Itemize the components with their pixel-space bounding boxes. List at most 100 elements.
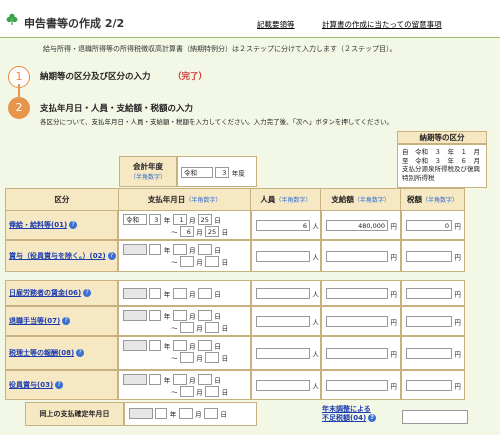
row-day-to-input[interactable]: 25 bbox=[205, 226, 220, 237]
row-label-cell: 役員賞与(03)? bbox=[5, 370, 118, 400]
row-month-from-input[interactable] bbox=[172, 244, 187, 255]
row-label-link[interactable]: 俸給・給料等(01) bbox=[9, 221, 67, 229]
row-day-from-input[interactable]: 25 bbox=[197, 214, 212, 225]
row-year-input[interactable] bbox=[149, 288, 162, 299]
adjust-tax-input[interactable] bbox=[402, 410, 468, 424]
help-icon[interactable]: ? bbox=[83, 289, 92, 297]
row-day-from-input[interactable] bbox=[197, 340, 212, 351]
year-unit: 年 bbox=[163, 342, 171, 351]
row-amount-input[interactable] bbox=[326, 288, 388, 299]
row-year-input[interactable] bbox=[149, 374, 162, 385]
row-month-to-input[interactable] bbox=[179, 352, 194, 363]
row-era-select[interactable] bbox=[123, 244, 147, 255]
range-tilde: 〜 bbox=[171, 258, 178, 267]
row-year-input[interactable] bbox=[149, 310, 162, 321]
month-unit: 月 bbox=[189, 290, 196, 299]
row-month-to-input[interactable] bbox=[179, 256, 194, 267]
col-amount: 支給額（半角数字） bbox=[320, 188, 402, 211]
confirm-month-input[interactable] bbox=[178, 408, 193, 419]
help-icon[interactable]: ? bbox=[368, 414, 377, 422]
row-amount-cell: 円 bbox=[321, 280, 401, 306]
entry-table: 区分 支払年月日（半角数字） 人員（半角数字） 支給額（半角数字） 税額（半角数… bbox=[5, 188, 465, 211]
yen-unit: 円 bbox=[454, 290, 461, 299]
row-month-to-input[interactable] bbox=[179, 386, 194, 397]
month-unit: 月 bbox=[196, 324, 203, 333]
help-icon[interactable]: ? bbox=[76, 349, 85, 357]
row-day-to-input[interactable] bbox=[205, 322, 220, 333]
row-year-input[interactable] bbox=[149, 340, 162, 351]
row-month-from-input[interactable] bbox=[172, 374, 187, 385]
confirm-era-select[interactable] bbox=[129, 408, 153, 419]
help-icon[interactable]: ? bbox=[69, 221, 78, 229]
month-unit: 月 bbox=[196, 354, 203, 363]
row-day-from-input[interactable] bbox=[197, 374, 212, 385]
col-tax-hint: （半角数字） bbox=[422, 197, 459, 204]
row-label-link[interactable]: 賞与（役員賞与を除く。）(02) bbox=[9, 252, 106, 260]
row-people-input[interactable] bbox=[256, 348, 310, 359]
row-amount-input[interactable]: 480,000 bbox=[326, 220, 388, 231]
notes-link[interactable]: 計算書の作成に当たっての留意事項 bbox=[322, 19, 442, 30]
row-tax-input[interactable]: 0 bbox=[406, 220, 452, 231]
row-people-input[interactable] bbox=[256, 380, 310, 391]
row-day-to-input[interactable] bbox=[205, 256, 220, 267]
row-month-from-input[interactable] bbox=[172, 310, 187, 321]
month-unit: 月 bbox=[189, 312, 196, 321]
row-era-select[interactable] bbox=[123, 340, 147, 351]
row-day-input[interactable] bbox=[197, 288, 212, 299]
help-icon[interactable]: ? bbox=[55, 381, 64, 389]
row-label-cell: 退職手当等(07)? bbox=[5, 306, 118, 336]
row-amount-input[interactable] bbox=[326, 348, 388, 359]
row-era-select[interactable]: 令和 bbox=[123, 214, 147, 225]
row-people-input[interactable] bbox=[256, 288, 310, 299]
noki-header: 納期等の区分 bbox=[397, 131, 487, 144]
row-people-input[interactable]: 6 bbox=[256, 220, 310, 231]
row-day-to-input[interactable] bbox=[205, 352, 220, 363]
row-year-input[interactable]: 3 bbox=[149, 214, 162, 225]
col-date: 支払年月日（半角数字） bbox=[117, 188, 252, 211]
fiscal-year-input[interactable]: 3 bbox=[215, 167, 230, 178]
day-unit: 日 bbox=[221, 354, 229, 363]
year-unit: 年 bbox=[163, 246, 171, 255]
yen-unit: 円 bbox=[390, 222, 397, 231]
row-people-input[interactable] bbox=[256, 316, 310, 327]
row-tax-input[interactable] bbox=[406, 251, 452, 262]
fiscal-era-select[interactable]: 令和 bbox=[181, 167, 213, 178]
row-tax-cell: 円 bbox=[401, 336, 465, 370]
row-era-select[interactable] bbox=[123, 310, 147, 321]
row-month-to-input[interactable] bbox=[179, 322, 194, 333]
help-icon[interactable]: ? bbox=[107, 252, 116, 260]
row-label-link[interactable]: 税理士等の報酬(08) bbox=[9, 349, 74, 357]
row-amount-input[interactable] bbox=[326, 316, 388, 327]
row-month-input[interactable] bbox=[172, 288, 187, 299]
page-title: 申告書等の作成 2/2 bbox=[24, 17, 125, 30]
row-label-link[interactable]: 退職手当等(07) bbox=[9, 317, 60, 325]
guideline-link[interactable]: 記載要領等 bbox=[257, 19, 295, 30]
row-label-link[interactable]: 役員賞与(03) bbox=[9, 381, 53, 389]
row-tax-input[interactable] bbox=[406, 288, 452, 299]
row-era-select[interactable] bbox=[123, 288, 147, 299]
row-day-from-input[interactable] bbox=[197, 244, 212, 255]
help-icon[interactable]: ? bbox=[62, 317, 71, 325]
confirm-year-input[interactable] bbox=[155, 408, 168, 419]
row-month-to-input[interactable]: 6 bbox=[179, 226, 194, 237]
row-tax-input[interactable] bbox=[406, 348, 452, 359]
row-tax-cell: 0 円 bbox=[401, 210, 465, 240]
row-month-from-input[interactable]: 1 bbox=[172, 214, 187, 225]
row-era-select[interactable] bbox=[123, 374, 147, 385]
row-amount-input[interactable] bbox=[326, 251, 388, 262]
year-end-adjust-link[interactable]: 年末調整による 不足税額(04)? bbox=[322, 405, 377, 423]
confirm-day-input[interactable] bbox=[203, 408, 218, 419]
yen-unit: 円 bbox=[454, 350, 461, 359]
row-label-cell: 俸給・給料等(01)? bbox=[5, 210, 118, 240]
row-month-from-input[interactable] bbox=[172, 340, 187, 351]
row-amount-input[interactable] bbox=[326, 380, 388, 391]
row-day-from-input[interactable] bbox=[197, 310, 212, 321]
row-tax-input[interactable] bbox=[406, 380, 452, 391]
row-year-input[interactable] bbox=[149, 244, 162, 255]
row-people-input[interactable] bbox=[256, 251, 310, 262]
row-day-to-input[interactable] bbox=[205, 386, 220, 397]
row-people-cell: 人 bbox=[251, 306, 321, 336]
row-label-link[interactable]: 日雇労務者の賃金(06) bbox=[9, 289, 81, 297]
confirm-date-cell: 年 月 日 bbox=[124, 402, 257, 426]
row-tax-input[interactable] bbox=[406, 316, 452, 327]
